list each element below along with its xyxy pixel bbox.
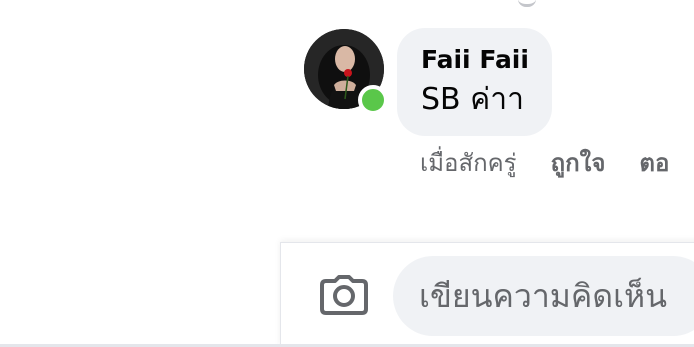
comment-author[interactable]: Faii Faii	[421, 44, 529, 76]
cut-off-element	[518, 0, 536, 7]
avatar[interactable]	[304, 29, 388, 115]
comment-input-placeholder: เขียนความคิดเห็น	[419, 276, 667, 315]
comment-input[interactable]: เขียนความคิดเห็น	[393, 256, 694, 336]
camera-icon[interactable]	[319, 273, 369, 317]
online-status-dot	[358, 85, 388, 115]
comment-composer: เขียนความคิดเห็น	[280, 242, 694, 347]
comment-actions: เมื่อสักครู่ ถูกใจ ตอ	[420, 142, 669, 182]
comment-timestamp[interactable]: เมื่อสักครู่	[420, 143, 517, 182]
reply-button[interactable]: ตอ	[639, 143, 669, 182]
comment-text: SB ค่าา	[421, 82, 524, 117]
comment-thread: Faii Faii SB ค่าา เมื่อสักครู่ ถูกใจ ตอ …	[0, 0, 694, 347]
comment-bubble[interactable]: Faii Faii SB ค่าา	[397, 28, 552, 136]
like-button[interactable]: ถูกใจ	[551, 143, 606, 182]
